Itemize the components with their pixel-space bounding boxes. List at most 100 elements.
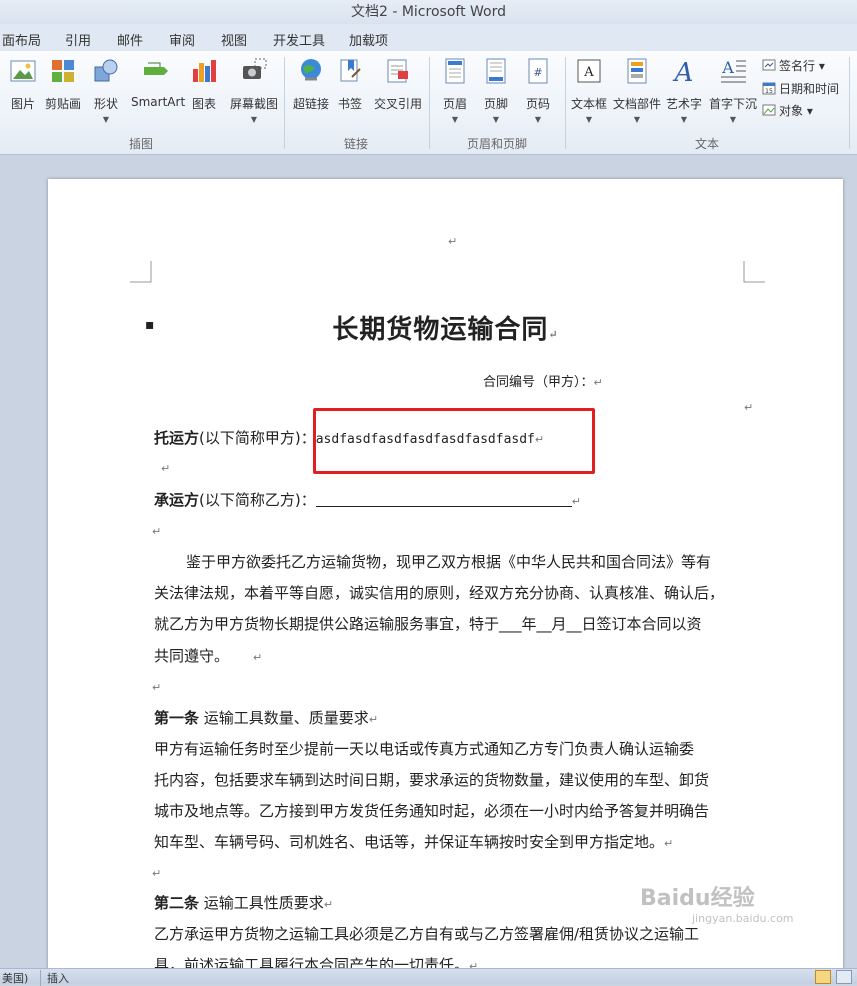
- carrier-blank-field[interactable]: [315, 492, 572, 507]
- chevron-down-icon: ▼: [102, 115, 110, 124]
- highlight-box: [313, 408, 595, 474]
- paragraph-mark: ↵: [152, 681, 162, 694]
- contract-number-line[interactable]: 合同编号（甲方）：↵: [483, 371, 603, 390]
- group-divider: [429, 57, 430, 149]
- article-1-line-4[interactable]: 知车型、车辆号码、司机姓名、电话等，并保证车辆按时安全到甲方指定地。↵: [154, 831, 673, 852]
- shapes-icon: [94, 59, 118, 82]
- camera-icon: [243, 58, 267, 79]
- chevron-down-icon: ▼: [250, 115, 258, 124]
- article-1-line-2[interactable]: 托内容，包括要求车辆到达时间日期，要求承运的货物数量，建议使用的车型、卸货: [154, 769, 709, 790]
- crop-mark-top-left: [130, 261, 152, 283]
- group-label-header-footer: 页眉和页脚: [466, 137, 527, 151]
- cross-reference-icon: [387, 59, 408, 83]
- chevron-down-icon: ▼: [729, 115, 737, 124]
- chevron-down-icon: ▼: [633, 115, 641, 124]
- document-area[interactable]: ↵ ▪ 长期货物运输合同↵ 合同编号（甲方）：↵ ↵ 托运方(以下简称甲方)：a…: [0, 155, 857, 968]
- object-button[interactable]: 对象 ▾: [762, 102, 813, 119]
- smartart-icon: [144, 62, 168, 75]
- screenshot-button[interactable]: 屏幕截图 ▼: [228, 57, 280, 124]
- svg-text:A: A: [673, 58, 694, 85]
- group-label-text: 文本: [694, 137, 719, 151]
- chevron-down-icon: ▼: [492, 115, 500, 124]
- paragraph-mark: ↵: [161, 462, 171, 475]
- globe-link-icon: [301, 59, 321, 81]
- header-button[interactable]: 页眉 ▼: [432, 57, 478, 124]
- document-title[interactable]: 长期货物运输合同↵: [48, 309, 843, 346]
- window-title: 文档2 - Microsoft Word: [350, 4, 506, 20]
- bar-chart-icon: [193, 60, 216, 82]
- smartart-button[interactable]: SmartArt: [131, 57, 185, 109]
- textbox-icon: A: [577, 59, 601, 83]
- intro-line-3[interactable]: 就乙方为甲方货物长期提供公路运输服务事宜，特于___年__月__日签订本合同以资: [154, 613, 702, 634]
- chevron-down-icon: ▼: [680, 115, 688, 124]
- intro-line-1[interactable]: 鉴于甲方欲委托乙方运输货物，现甲乙双方根据《中华人民共和国合同法》等有: [186, 551, 711, 572]
- textbox-button[interactable]: A 文本框 ▼: [566, 57, 612, 124]
- wordart-icon: A: [673, 58, 694, 88]
- document-page[interactable]: ↵ ▪ 长期货物运输合同↵ 合同编号（甲方）：↵ ↵ 托运方(以下简称甲方)：a…: [48, 179, 843, 968]
- clipart-icon: [52, 60, 74, 82]
- carrier-line[interactable]: 承运方(以下简称乙方)： ↵: [154, 489, 581, 510]
- footer-icon: [486, 58, 506, 84]
- quick-parts-icon: [627, 58, 647, 84]
- ribbon-tabs: 面布局 引用 邮件 审阅 视图 开发工具 加载项: [0, 24, 857, 52]
- chevron-down-icon: ▼: [451, 115, 459, 124]
- article-1-title[interactable]: 第一条 运输工具数量、质量要求↵: [154, 707, 378, 728]
- svg-text:15: 15: [765, 88, 773, 95]
- article-1-line-1[interactable]: 甲方有运输任务时至少提前一天以电话或传真方式通知乙方专门负责人确认运输委: [154, 738, 694, 759]
- calendar-icon: 15: [762, 82, 776, 95]
- signature-line-button[interactable]: 签名行 ▾: [762, 57, 825, 74]
- article-2-line-1[interactable]: 乙方承运甲方货物之运输工具必须是乙方自有或与乙方签署雇佣/租赁协议之运输工: [154, 923, 699, 944]
- picture-icon: [10, 60, 36, 82]
- status-insert-mode[interactable]: 插入: [40, 970, 69, 986]
- status-language[interactable]: 美国): [2, 970, 28, 986]
- tab-mailings[interactable]: 邮件: [117, 30, 143, 49]
- svg-text:A: A: [721, 58, 734, 77]
- tab-view[interactable]: 视图: [221, 30, 247, 49]
- date-time-button[interactable]: 15 日期和时间: [762, 80, 839, 97]
- ribbon: 图片 剪贴画 形状 ▼ SmartArt 图表 屏幕截图 ▼ 插图 超链接 书签…: [0, 51, 857, 155]
- status-bar: 美国) 插入: [0, 968, 857, 986]
- article-2-line-2[interactable]: 具，前述运输工具履行本合同产生的一切责任。↵: [154, 954, 478, 968]
- signature-icon: [762, 59, 776, 71]
- article-2-title[interactable]: 第二条 运输工具性质要求↵: [154, 892, 333, 913]
- chevron-down-icon: ▼: [585, 115, 593, 124]
- chevron-down-icon: ▼: [534, 115, 542, 124]
- paragraph-mark: ↵: [152, 525, 162, 538]
- group-label-links: 链接: [343, 137, 368, 151]
- tab-developer[interactable]: 开发工具: [273, 30, 325, 49]
- full-screen-view-icon[interactable]: [836, 970, 852, 984]
- article-1-line-3[interactable]: 城市及地点等。乙方接到甲方发货任务通知时起，必须在一小时内给予答复并明确告: [154, 800, 709, 821]
- tab-addins[interactable]: 加载项: [349, 30, 388, 49]
- bookmark-icon: [340, 59, 361, 82]
- clipart-button[interactable]: 剪贴画: [40, 57, 86, 112]
- group-divider: [849, 57, 850, 149]
- page-number-icon: #: [528, 58, 548, 84]
- object-icon: [762, 104, 776, 116]
- paragraph-mark: ↵: [448, 235, 458, 248]
- window-title-bar: 文档2 - Microsoft Word: [0, 0, 857, 24]
- print-layout-view-icon[interactable]: [815, 970, 831, 984]
- svg-text:#: #: [533, 66, 542, 79]
- page-number-button[interactable]: # 页码 ▼: [515, 57, 561, 124]
- watermark-logo: Baidu经验: [640, 886, 755, 911]
- footer-button[interactable]: 页脚 ▼: [473, 57, 519, 124]
- dropcap-icon: A: [721, 58, 746, 83]
- quick-parts-button[interactable]: 文档部件 ▼: [612, 57, 662, 124]
- group-label-illustrations: 插图: [128, 137, 153, 151]
- intro-line-2[interactable]: 关法律法规，本着平等自愿，诚实信用的原则，经双方充分协商、认真核准、确认后，: [154, 582, 724, 603]
- tab-references[interactable]: 引用: [65, 30, 91, 49]
- group-divider: [284, 57, 285, 149]
- tab-review[interactable]: 审阅: [169, 30, 195, 49]
- intro-line-4[interactable]: 共同遵守。 ↵: [154, 645, 262, 666]
- crossref-button[interactable]: 交叉引用: [371, 57, 425, 112]
- header-icon: [445, 58, 465, 84]
- watermark-url: jingyan.baidu.com: [692, 912, 794, 925]
- tab-page-layout[interactable]: 面布局: [2, 30, 41, 49]
- chart-button[interactable]: 图表: [181, 57, 227, 112]
- dropcap-button[interactable]: A 首字下沉 ▼: [707, 57, 759, 124]
- shapes-button[interactable]: 形状 ▼: [83, 57, 129, 124]
- paragraph-mark: ↵: [744, 401, 754, 414]
- bookmark-button[interactable]: 书签: [327, 57, 373, 112]
- paragraph-mark: ↵: [152, 867, 162, 880]
- wordart-button[interactable]: A 艺术字 ▼: [660, 57, 708, 124]
